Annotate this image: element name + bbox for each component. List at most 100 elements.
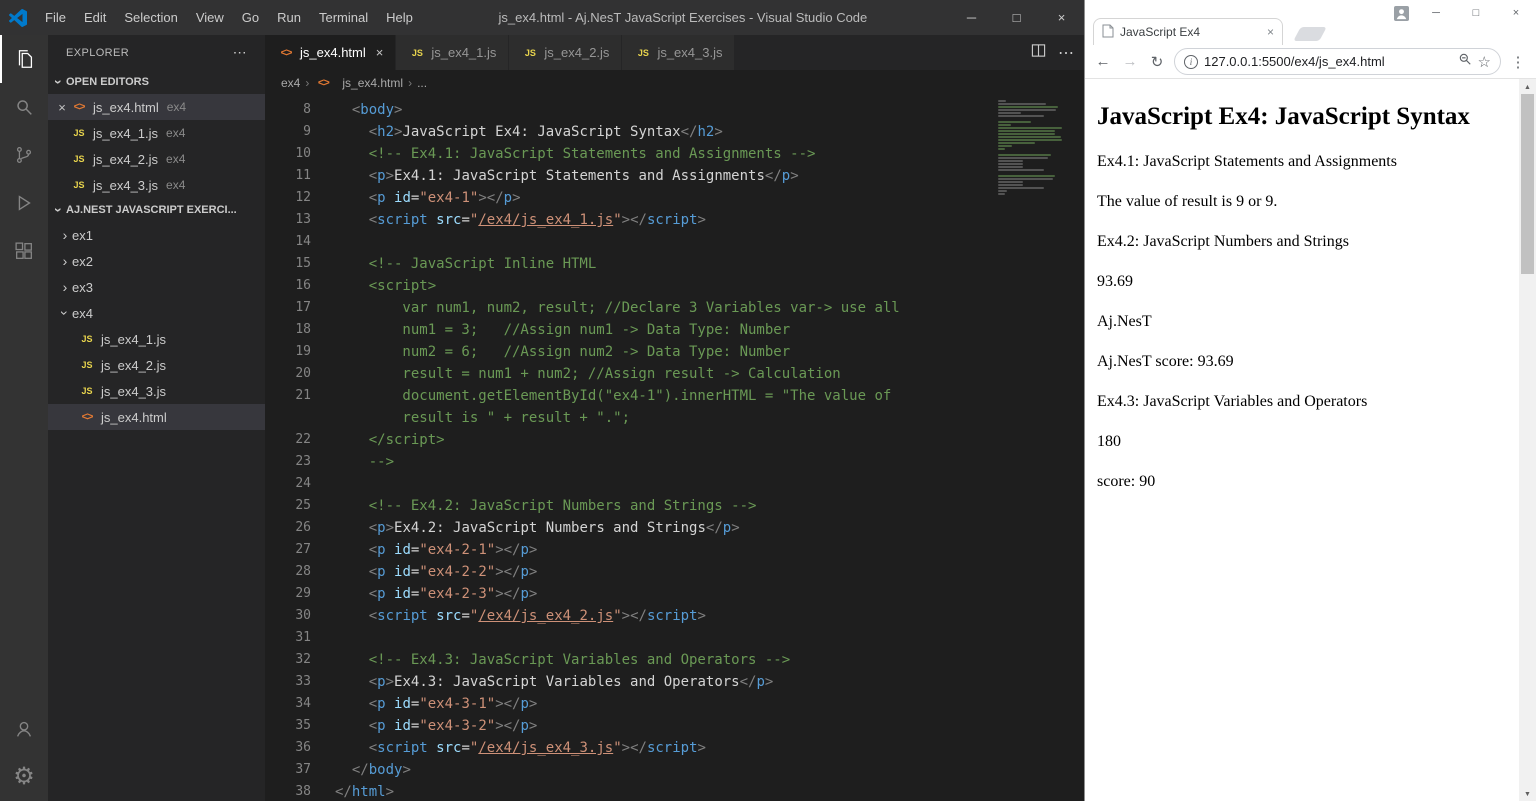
browser-minimize-button[interactable]: ─ [1416, 7, 1456, 19]
browser-tab[interactable]: JavaScript Ex4 × [1093, 18, 1283, 45]
code-line[interactable]: 15 <!-- JavaScript Inline HTML [265, 253, 1084, 275]
code-line[interactable]: 17 var num1, num2, result; //Declare 3 V… [265, 297, 1084, 319]
address-bar[interactable]: i 127.0.0.1:5500/ex4/js_ex4.html ☆ [1174, 48, 1501, 75]
code-line[interactable]: 21 document.getElementById("ex4-1").inne… [265, 385, 1084, 407]
open-editor-item[interactable]: JSjs_ex4_1.jsex4 [48, 120, 265, 146]
menu-item-help[interactable]: Help [377, 0, 422, 35]
browser-close-button[interactable]: × [1496, 7, 1536, 19]
new-tab-button[interactable] [1293, 27, 1326, 41]
site-info-icon[interactable]: i [1184, 55, 1198, 69]
code-line[interactable]: 24 [265, 473, 1084, 495]
split-editor-icon[interactable] [1031, 43, 1046, 63]
search-icon[interactable] [0, 83, 48, 131]
close-icon[interactable]: × [54, 100, 70, 115]
code-line[interactable]: result is " + result + "."; [265, 407, 1084, 429]
menu-item-view[interactable]: View [187, 0, 233, 35]
back-button[interactable]: ← [1093, 53, 1113, 70]
scrollbar-thumb[interactable] [1521, 94, 1534, 274]
explorer-icon[interactable] [0, 35, 48, 83]
close-button[interactable]: × [1039, 0, 1084, 35]
code-line[interactable]: 30 <script src="/ex4/js_ex4_2.js"></scri… [265, 605, 1084, 627]
code-line[interactable]: 36 <script src="/ex4/js_ex4_3.js"></scri… [265, 737, 1084, 759]
zoom-icon[interactable] [1458, 52, 1472, 71]
code-line[interactable]: 14 [265, 231, 1084, 253]
open-editor-item[interactable]: JSjs_ex4_3.jsex4 [48, 172, 265, 198]
scroll-down-arrow-icon[interactable]: ▼ [1519, 786, 1536, 801]
editor-tab-js_ex4_3.js[interactable]: JSjs_ex4_3.js [622, 35, 735, 70]
code-line[interactable]: 11 <p>Ex4.1: JavaScript Statements and A… [265, 165, 1084, 187]
maximize-button[interactable]: □ [994, 0, 1039, 35]
code-line[interactable]: 22 </script> [265, 429, 1084, 451]
menu-item-terminal[interactable]: Terminal [310, 0, 377, 35]
browser-window: JavaScript Ex4 × ─ □ × ← → ↻ i 127.0.0.1… [1084, 0, 1536, 801]
code-line[interactable]: 19 num2 = 6; //Assign num2 -> Data Type:… [265, 341, 1084, 363]
tree-file-js_ex4_1.js[interactable]: JSjs_ex4_1.js [48, 326, 265, 352]
menu-item-selection[interactable]: Selection [115, 0, 186, 35]
code-line[interactable]: 34 <p id="ex4-3-1"></p> [265, 693, 1084, 715]
extensions-icon[interactable] [0, 227, 48, 275]
code-line[interactable]: 38</html> [265, 781, 1084, 801]
menu-item-file[interactable]: File [36, 0, 75, 35]
code-line[interactable]: 35 <p id="ex4-3-2"></p> [265, 715, 1084, 737]
code-line[interactable]: 33 <p>Ex4.3: JavaScript Variables and Op… [265, 671, 1084, 693]
source-control-icon[interactable] [0, 131, 48, 179]
menu-item-edit[interactable]: Edit [75, 0, 115, 35]
tree-folder-ex1[interactable]: ›ex1 [48, 222, 265, 248]
tree-folder-ex3[interactable]: ›ex3 [48, 274, 265, 300]
minimize-button[interactable]: ─ [949, 0, 994, 35]
code-line[interactable]: 29 <p id="ex4-2-3"></p> [265, 583, 1084, 605]
url-text[interactable]: 127.0.0.1:5500/ex4/js_ex4.html [1204, 54, 1452, 69]
menu-item-run[interactable]: Run [268, 0, 310, 35]
editor-tab-js_ex4_1.js[interactable]: JSjs_ex4_1.js [396, 35, 509, 70]
run-debug-icon[interactable] [0, 179, 48, 227]
code-line[interactable]: 32 <!-- Ex4.3: JavaScript Variables and … [265, 649, 1084, 671]
code-line[interactable]: 9 <h2>JavaScript Ex4: JavaScript Syntax<… [265, 121, 1084, 143]
breadcrumb-item[interactable]: js_ex4.html [342, 76, 403, 90]
reload-button[interactable]: ↻ [1147, 53, 1167, 71]
tree-folder-ex2[interactable]: ›ex2 [48, 248, 265, 274]
code-line[interactable]: 23 --> [265, 451, 1084, 473]
minimap-line [998, 178, 1053, 180]
code-line[interactable]: 12 <p id="ex4-1"></p> [265, 187, 1084, 209]
editor-tab-js_ex4_2.js[interactable]: JSjs_ex4_2.js [509, 35, 622, 70]
code-line[interactable]: 37 </body> [265, 759, 1084, 781]
scroll-up-arrow-icon[interactable]: ▲ [1519, 79, 1536, 94]
bookmark-star-icon[interactable]: ☆ [1478, 53, 1491, 71]
close-icon[interactable]: × [376, 45, 384, 60]
open-editors-header[interactable]: › OPEN EDITORS [48, 70, 265, 94]
code-line[interactable]: 16 <script> [265, 275, 1084, 297]
editor-more-actions-button[interactable]: ⋯ [1058, 43, 1074, 63]
breadcrumb-item[interactable]: ex4 [281, 76, 300, 90]
tree-file-js_ex4_3.js[interactable]: JSjs_ex4_3.js [48, 378, 265, 404]
tree-folder-ex4[interactable]: ›ex4 [48, 300, 265, 326]
minimap[interactable] [998, 96, 1074, 196]
code-line[interactable]: 26 <p>Ex4.2: JavaScript Numbers and Stri… [265, 517, 1084, 539]
settings-gear-icon[interactable]: ⚙ [0, 753, 48, 801]
line-number: 26 [265, 517, 311, 539]
tree-file-js_ex4.html[interactable]: <>js_ex4.html [48, 404, 265, 430]
code-line[interactable]: 27 <p id="ex4-2-1"></p> [265, 539, 1084, 561]
code-line[interactable]: 31 [265, 627, 1084, 649]
forward-button[interactable]: → [1120, 53, 1140, 70]
open-editor-item[interactable]: ×<>js_ex4.htmlex4 [48, 94, 265, 120]
tree-file-js_ex4_2.js[interactable]: JSjs_ex4_2.js [48, 352, 265, 378]
editor-tab-js_ex4.html[interactable]: <>js_ex4.html× [265, 35, 396, 70]
scrollbar[interactable]: ▲ ▼ [1519, 79, 1536, 801]
code-line[interactable]: 13 <script src="/ex4/js_ex4_1.js"></scri… [265, 209, 1084, 231]
code-line[interactable]: 10 <!-- Ex4.1: JavaScript Statements and… [265, 143, 1084, 165]
code-line[interactable]: 25 <!-- Ex4.2: JavaScript Numbers and St… [265, 495, 1084, 517]
close-tab-icon[interactable]: × [1267, 25, 1274, 39]
browser-maximize-button[interactable]: □ [1456, 7, 1496, 19]
account-icon[interactable] [0, 705, 48, 753]
open-editor-item[interactable]: JSjs_ex4_2.jsex4 [48, 146, 265, 172]
code-line[interactable]: 28 <p id="ex4-2-2"></p> [265, 561, 1084, 583]
browser-menu-button[interactable]: ⋮ [1508, 53, 1528, 71]
code-line[interactable]: 18 num1 = 3; //Assign num1 -> Data Type:… [265, 319, 1084, 341]
code-line[interactable]: 8 <body> [265, 99, 1084, 121]
explorer-actions-button[interactable]: ⋯ [233, 44, 247, 61]
profile-icon[interactable] [1386, 6, 1416, 21]
breadcrumb-item[interactable]: ... [417, 76, 427, 90]
menu-item-go[interactable]: Go [233, 0, 268, 35]
workspace-header[interactable]: › AJ.NEST JAVASCRIPT EXERCI... [48, 198, 265, 222]
code-line[interactable]: 20 result = num1 + num2; //Assign result… [265, 363, 1084, 385]
